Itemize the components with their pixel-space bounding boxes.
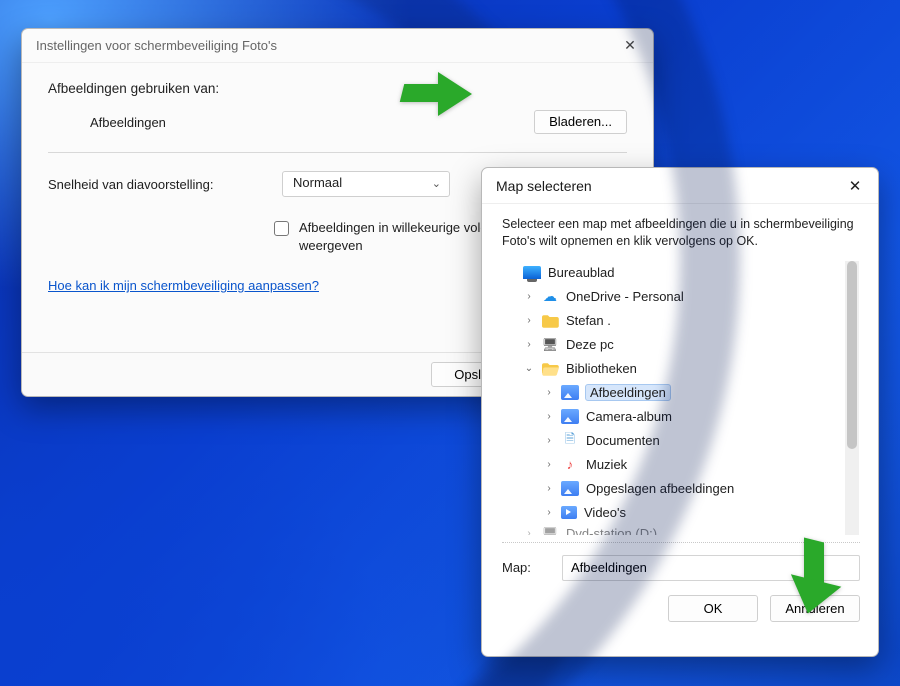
- picker-cancel-button[interactable]: Annuleren: [770, 595, 860, 622]
- tree-item[interactable]: ⌄ Bibliotheken: [503, 357, 843, 381]
- video-icon: [561, 506, 577, 519]
- scrollbar-thumb[interactable]: [847, 261, 857, 449]
- picture-icon: [561, 385, 579, 400]
- tree-item-label: Deze pc: [565, 337, 614, 352]
- chevron-right-icon[interactable]: ›: [523, 528, 535, 536]
- selected-folder-row: Map:: [502, 555, 860, 581]
- tree-item[interactable]: › Stefan .: [503, 309, 843, 333]
- tree-item[interactable]: › 🗎 Documenten: [503, 429, 843, 453]
- settings-body: Afbeeldingen gebruiken van: Afbeeldingen…: [22, 63, 653, 311]
- tree-item-label: Documenten: [585, 433, 660, 448]
- picker-close-button[interactable]: ✕: [842, 177, 868, 195]
- folder-tree-container: ·Bureaublad › ☁ OneDrive - Personal › Stefan …: [502, 260, 860, 536]
- browse-button-label: Bladeren...: [549, 114, 612, 129]
- picture-icon: [561, 409, 579, 424]
- settings-save-button[interactable]: Opslaan: [431, 362, 525, 387]
- tree-item[interactable]: › Opgeslagen afbeeldingen: [503, 477, 843, 501]
- settings-cancel-button[interactable]: Annuleren: [536, 362, 641, 387]
- settings-save-label: Opslaan: [454, 367, 502, 382]
- shuffle-checkbox[interactable]: [274, 221, 289, 236]
- tree-item[interactable]: › Afbeeldingen: [503, 381, 843, 405]
- shuffle-label: Afbeeldingen in willekeurige volgorde we…: [299, 219, 529, 254]
- picker-instruction: Selecteer een map met afbeeldingen die u…: [502, 216, 860, 250]
- picker-ok-label: OK: [704, 601, 723, 616]
- tree-item-label: Camera-album: [585, 409, 672, 424]
- tree-item[interactable]: › 🖥 Dvd-station (D:): [503, 525, 843, 536]
- settings-footer: Opslaan Annuleren: [22, 352, 653, 396]
- picker-titlebar: Map selecteren ✕: [482, 168, 878, 204]
- help-link[interactable]: Hoe kan ik mijn schermbeveiliging aanpas…: [48, 278, 319, 293]
- settings-window-title: Instellingen voor schermbeveiliging Foto…: [36, 38, 617, 53]
- tree-item-label: Video's: [583, 505, 626, 520]
- picture-icon: [561, 481, 579, 496]
- tree-item-label: Stefan .: [565, 313, 611, 328]
- document-icon: 🗎: [561, 433, 579, 449]
- desktop-background: Instellingen voor schermbeveiliging Foto…: [0, 0, 900, 686]
- slideshow-speed-row: Snelheid van diavoorstelling: Normaal ⌄: [48, 171, 627, 197]
- slideshow-speed-label: Snelheid van diavoorstelling:: [48, 177, 264, 192]
- settings-close-button[interactable]: ✕: [617, 37, 643, 54]
- tree-scrollbar[interactable]: [845, 261, 859, 535]
- tree-item-label: Afbeeldingen: [585, 384, 671, 401]
- tree-item-label: Bibliotheken: [565, 361, 637, 376]
- picker-ok-button[interactable]: OK: [668, 595, 758, 622]
- chevron-right-icon[interactable]: ›: [543, 483, 555, 494]
- chevron-down-icon[interactable]: ⌄: [523, 363, 535, 374]
- chevron-right-icon[interactable]: ›: [523, 339, 535, 350]
- folder-open-icon: [541, 361, 559, 377]
- tree-item-label: Opgeslagen afbeeldingen: [585, 481, 734, 496]
- browse-button[interactable]: Bladeren...: [534, 110, 627, 134]
- use-pictures-from-row: Afbeeldingen gebruiken van:: [48, 81, 627, 96]
- folder-icon: [541, 313, 559, 329]
- chevron-right-icon[interactable]: ›: [523, 291, 535, 302]
- close-icon: ✕: [849, 178, 862, 195]
- selected-folder-label: Map:: [502, 560, 546, 575]
- chevron-right-icon[interactable]: ›: [543, 459, 555, 470]
- chevron-right-icon[interactable]: ›: [523, 315, 535, 326]
- picker-footer: OK Annuleren: [482, 595, 878, 638]
- tree-item[interactable]: › Camera-album: [503, 405, 843, 429]
- picker-body: Selecteer een map met afbeeldingen die u…: [482, 204, 878, 581]
- slideshow-speed-select[interactable]: Normaal ⌄: [282, 171, 450, 197]
- music-icon: ♪: [561, 457, 579, 473]
- current-folder-value: Afbeeldingen: [90, 115, 300, 130]
- folder-tree[interactable]: ·Bureaublad › ☁ OneDrive - Personal › Stefan …: [503, 261, 859, 536]
- chevron-right-icon[interactable]: ›: [543, 387, 555, 398]
- tree-item[interactable]: › Video's: [503, 501, 843, 525]
- folder-picker-window: Map selecteren ✕ Selecteer een map met a…: [481, 167, 879, 657]
- chevron-right-icon[interactable]: ›: [543, 507, 555, 518]
- shuffle-row: Afbeeldingen in willekeurige volgorde we…: [274, 219, 627, 254]
- this-pc-icon: 🖥: [541, 337, 559, 353]
- desktop-icon: [523, 266, 541, 279]
- chevron-right-icon[interactable]: ›: [543, 435, 555, 446]
- current-folder-row: Afbeeldingen Bladeren...: [48, 110, 627, 134]
- tree-item[interactable]: › ♪ Muziek: [503, 453, 843, 477]
- tree-item[interactable]: › 🖥 Deze pc: [503, 333, 843, 357]
- onedrive-icon: ☁: [541, 289, 559, 305]
- selected-folder-input[interactable]: [562, 555, 860, 581]
- tree-item[interactable]: › ☁ OneDrive - Personal: [503, 285, 843, 309]
- photos-screensaver-settings-window: Instellingen voor schermbeveiliging Foto…: [21, 28, 654, 397]
- tree-item[interactable]: ·Bureaublad: [503, 261, 843, 285]
- tree-item-label: Muziek: [585, 457, 627, 472]
- tree-item-label: OneDrive - Personal: [565, 289, 684, 304]
- divider: [502, 542, 860, 543]
- slideshow-speed-value: Normaal: [293, 175, 342, 190]
- chevron-down-icon: ⌄: [432, 177, 441, 190]
- picker-window-title: Map selecteren: [496, 178, 842, 194]
- close-icon: ✕: [624, 37, 636, 53]
- picker-cancel-label: Annuleren: [785, 601, 844, 616]
- settings-cancel-label: Annuleren: [559, 367, 618, 382]
- tree-item-label: Dvd-station (D:): [565, 526, 657, 536]
- chevron-right-icon[interactable]: ›: [543, 411, 555, 422]
- divider: [48, 152, 627, 153]
- this-pc-icon: 🖥: [541, 526, 559, 536]
- use-pictures-from-label: Afbeeldingen gebruiken van:: [48, 81, 219, 96]
- tree-item-label: Bureaublad: [547, 265, 615, 280]
- settings-titlebar: Instellingen voor schermbeveiliging Foto…: [22, 29, 653, 63]
